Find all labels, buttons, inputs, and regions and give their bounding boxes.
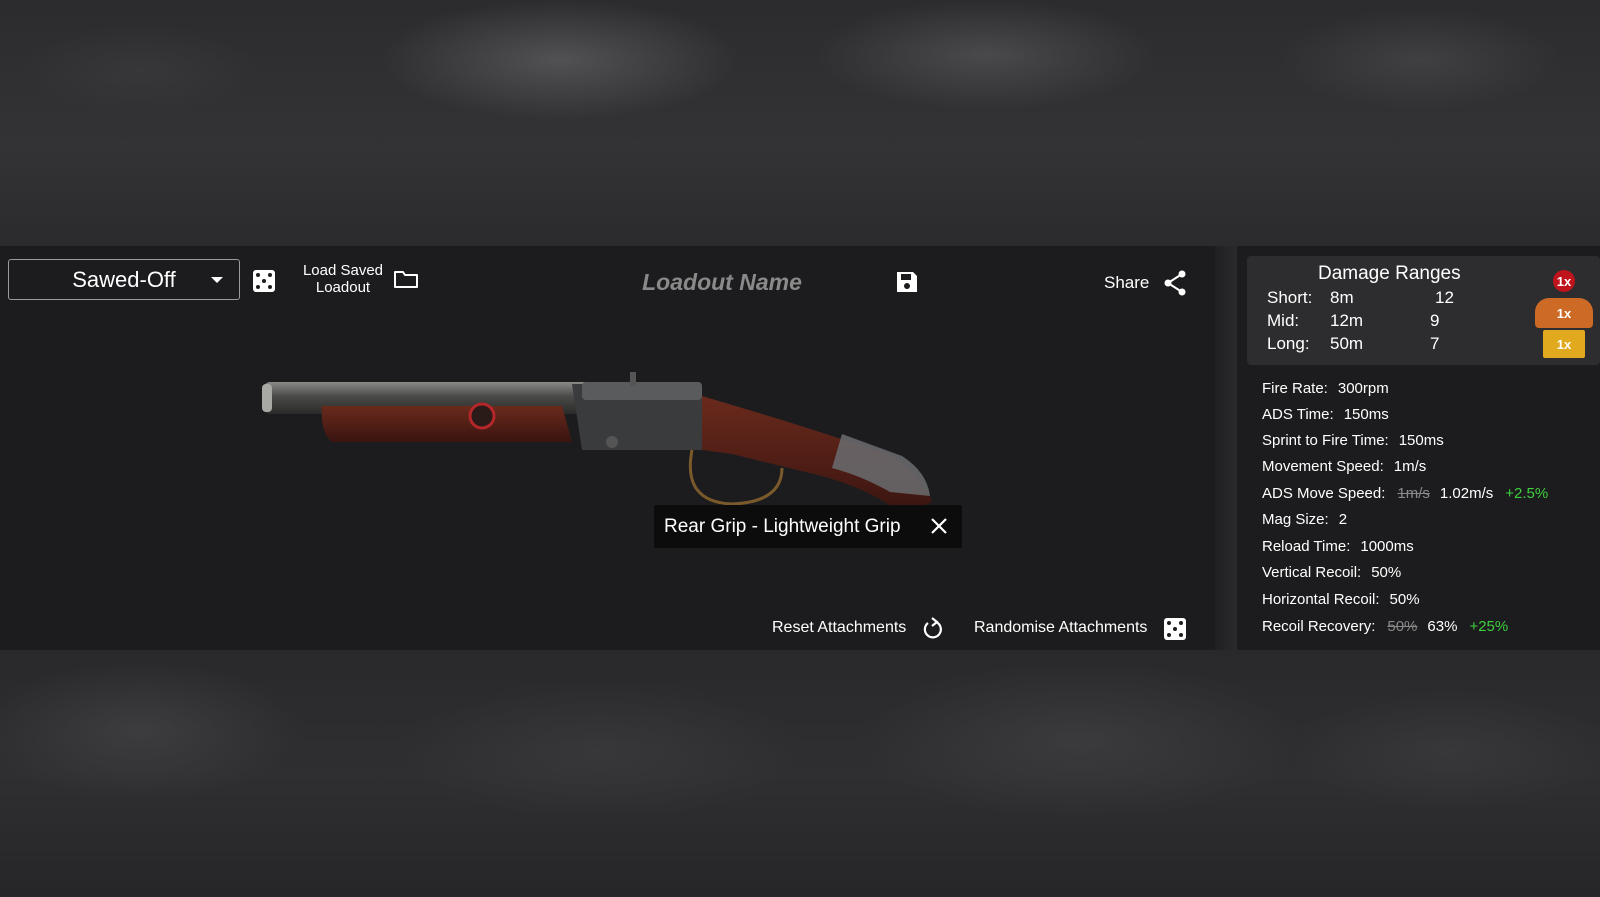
panel-divider xyxy=(1215,246,1237,650)
share-icon[interactable] xyxy=(1163,270,1187,296)
stat-ads-move-speed: ADS Move Speed: 1m/s 1.02m/s +2.5% xyxy=(1262,485,1549,502)
chevron-down-icon xyxy=(211,277,223,283)
folder-icon[interactable] xyxy=(393,269,419,289)
attachment-tooltip-text: Rear Grip - Lightweight Grip xyxy=(664,515,901,537)
loadout-name-input[interactable] xyxy=(560,264,884,300)
close-icon[interactable] xyxy=(930,517,948,535)
randomise-attachments-dice-icon[interactable] xyxy=(1164,618,1186,640)
stat-mag-size: Mag Size: 2 xyxy=(1262,511,1348,528)
save-icon[interactable] xyxy=(895,270,919,294)
attachment-tooltip: Rear Grip - Lightweight Grip xyxy=(654,505,962,548)
stat-fire-rate: Fire Rate: 300rpm xyxy=(1262,380,1389,397)
head-multiplier: 1x xyxy=(1553,270,1575,292)
reset-icon[interactable] xyxy=(922,617,944,641)
randomise-attachments-button[interactable]: Randomise Attachments xyxy=(974,619,1147,637)
weapon-select-dropdown[interactable]: Sawed-Off xyxy=(8,259,240,300)
stat-movement-speed: Movement Speed: 1m/s xyxy=(1262,458,1427,475)
stat-reload-time: Reload Time: 1000ms xyxy=(1262,538,1414,555)
blurred-background-bottom xyxy=(0,650,1600,897)
chest-multiplier: 1x xyxy=(1535,298,1593,328)
legs-multiplier: 1x xyxy=(1543,330,1585,358)
stat-ads-time: ADS Time: 150ms xyxy=(1262,406,1389,423)
damage-ranges-title: Damage Ranges xyxy=(1318,263,1461,284)
weapon-select-value: Sawed-Off xyxy=(72,266,176,292)
stat-horizontal-recoil: Horizontal Recoil: 50% xyxy=(1262,591,1420,608)
stat-recoil-recovery: Recoil Recovery: 50% 63% +25% xyxy=(1262,618,1509,635)
stat-vertical-recoil: Vertical Recoil: 50% xyxy=(1262,564,1402,581)
stat-sprint-to-fire: Sprint to Fire Time: 150ms xyxy=(1262,432,1444,449)
random-weapon-dice-icon[interactable] xyxy=(253,270,275,292)
blurred-background-top xyxy=(0,0,1600,246)
share-button[interactable]: Share xyxy=(1104,273,1149,293)
load-saved-loadout-button[interactable]: Load Saved Loadout xyxy=(293,262,393,296)
reset-attachments-button[interactable]: Reset Attachments xyxy=(772,619,906,637)
